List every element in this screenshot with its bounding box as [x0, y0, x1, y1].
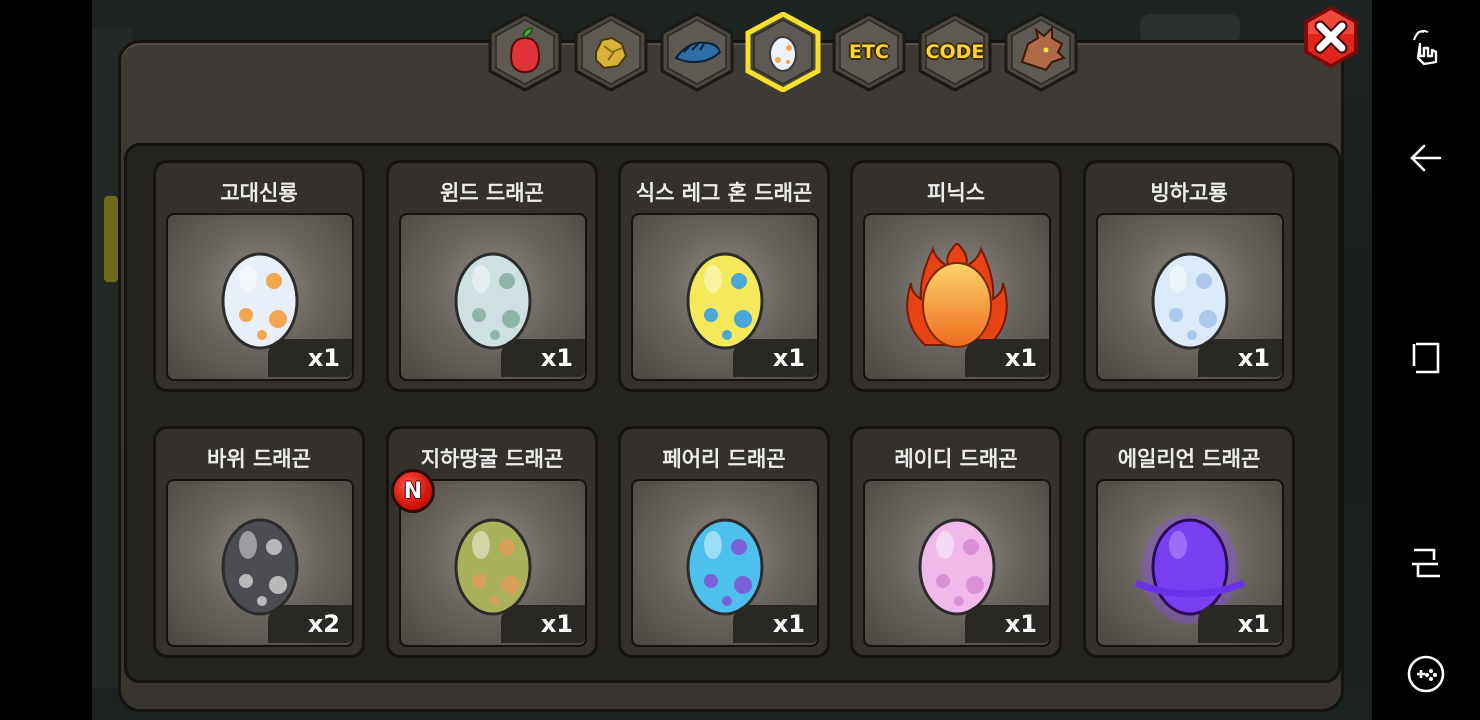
item-slot: x1	[166, 213, 354, 381]
home-button[interactable]	[1392, 324, 1460, 392]
egg-icon	[744, 12, 822, 92]
egg-name: 에일리언 드래곤	[1117, 447, 1261, 471]
item-slot: x1	[863, 213, 1051, 381]
back-icon	[1410, 144, 1442, 172]
recents-icon	[1412, 548, 1440, 578]
background-highlight	[104, 196, 118, 282]
quantity-label: x1	[733, 339, 817, 377]
quantity-label: x1	[1198, 605, 1282, 643]
egg-name: 고대신룡	[220, 181, 298, 205]
game-tools-button[interactable]	[1392, 640, 1460, 708]
item-slot: x1	[631, 479, 819, 647]
gesture-icon	[1413, 30, 1438, 66]
egg-card[interactable]: 지하땅굴 드래곤 x1 N	[386, 426, 598, 658]
close-icon	[1304, 6, 1358, 68]
egg-card[interactable]: 피닉스 x1	[850, 160, 1062, 392]
left-letterbox	[0, 0, 92, 720]
tab-fruit[interactable]	[486, 12, 564, 92]
egg-card[interactable]: 바위 드래곤 x2	[153, 426, 365, 658]
quantity-label: x1	[965, 339, 1049, 377]
gesture-button[interactable]	[1392, 14, 1460, 82]
system-navigation-bar	[1372, 0, 1480, 720]
egg-name: 식스 레그 혼 드래곤	[635, 181, 813, 205]
quantity-label: x1	[501, 339, 585, 377]
fish-icon	[658, 12, 736, 92]
quantity-label: x1	[1198, 339, 1282, 377]
back-button[interactable]	[1392, 124, 1460, 192]
quantity-label: x2	[268, 605, 352, 643]
fruit-icon	[486, 12, 564, 92]
dragon-head-icon	[1002, 12, 1080, 92]
egg-card[interactable]: 빙하고룡 x1	[1083, 160, 1295, 392]
egg-name: 피닉스	[927, 181, 985, 205]
close-button[interactable]	[1298, 4, 1364, 70]
egg-name: 지하땅굴 드래곤	[420, 447, 564, 471]
tab-ore[interactable]	[572, 12, 650, 92]
egg-card[interactable]: 레이디 드래곤 x1	[850, 426, 1062, 658]
egg-card[interactable]: 고대신룡 x1	[153, 160, 365, 392]
game-tools-icon	[1407, 655, 1445, 693]
egg-card[interactable]: 페어리 드래곤 x1	[618, 426, 830, 658]
tab-label: ETC	[849, 41, 889, 63]
tab-code[interactable]: CODE	[916, 12, 994, 92]
quantity-label: x1	[268, 339, 352, 377]
item-slot: x2	[166, 479, 354, 647]
egg-card[interactable]: 윈드 드래곤 x1	[386, 160, 598, 392]
item-slot: x1	[399, 213, 587, 381]
item-slot: x1	[1096, 213, 1284, 381]
quantity-label: x1	[501, 605, 585, 643]
tab-etc[interactable]: ETC	[830, 12, 908, 92]
quantity-label: x1	[965, 605, 1049, 643]
home-icon	[1412, 342, 1440, 374]
new-badge: N	[391, 469, 435, 513]
item-slot: x1	[863, 479, 1051, 647]
egg-name: 레이디 드래곤	[894, 447, 1018, 471]
egg-card[interactable]: 식스 레그 혼 드래곤 x1	[618, 160, 830, 392]
recents-button[interactable]	[1392, 528, 1460, 596]
quantity-label: x1	[733, 605, 817, 643]
egg-name: 페어리 드래곤	[662, 447, 786, 471]
egg-name: 윈드 드래곤	[440, 181, 544, 205]
tab-dragon[interactable]	[1002, 12, 1080, 92]
egg-card[interactable]: 에일리언 드래곤 x1	[1083, 426, 1295, 658]
egg-name: 빙하고룡	[1150, 181, 1228, 205]
egg-name: 바위 드래곤	[207, 447, 311, 471]
tab-fish[interactable]	[658, 12, 736, 92]
item-slot: x1	[1096, 479, 1284, 647]
ore-icon	[572, 12, 650, 92]
tab-egg[interactable]	[744, 12, 822, 92]
item-slot: x1	[631, 213, 819, 381]
tab-label: CODE	[925, 41, 985, 63]
